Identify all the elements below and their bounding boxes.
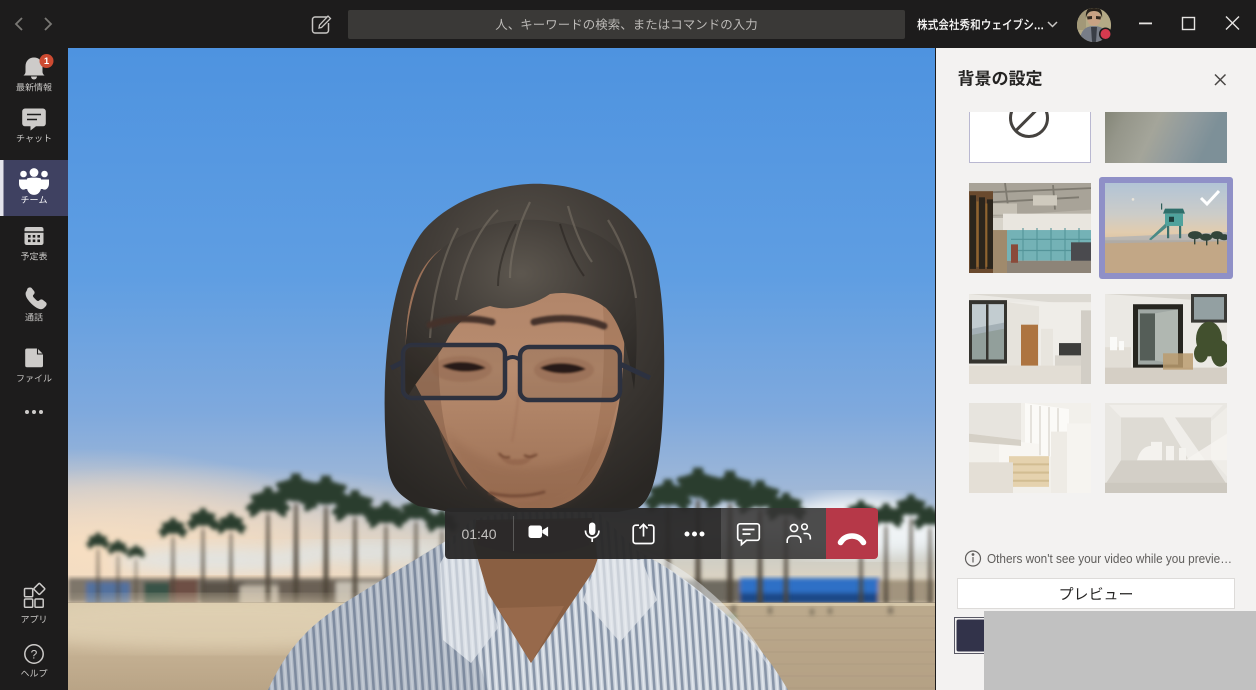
svg-text:01:40: 01:40 xyxy=(461,526,496,542)
svg-text:1: 1 xyxy=(44,56,50,67)
svg-text:?: ? xyxy=(31,648,38,662)
